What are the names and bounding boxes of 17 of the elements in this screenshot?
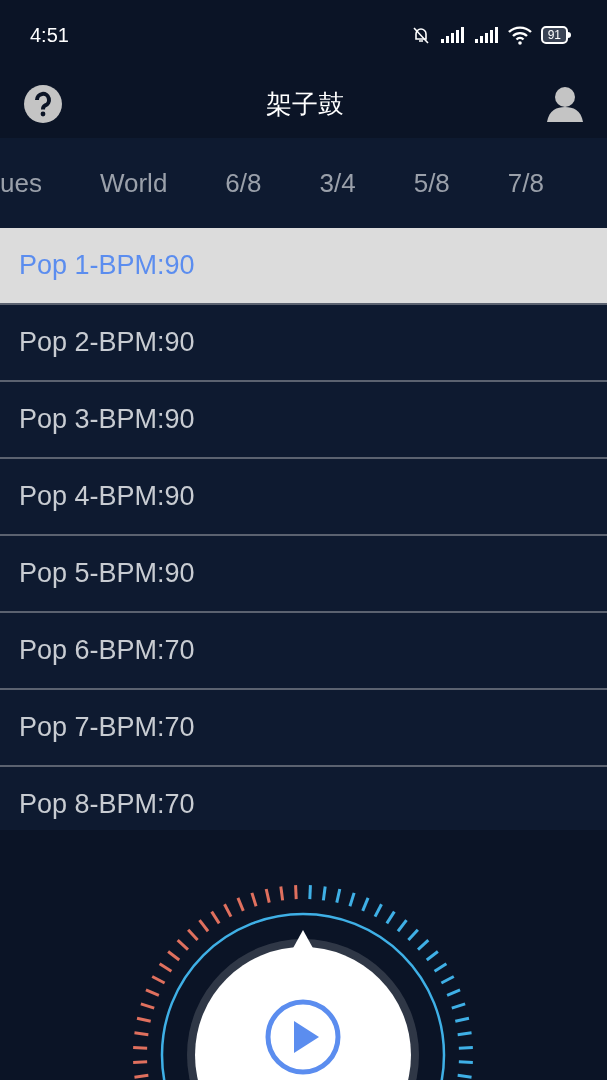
app-title: 架子鼓 (265, 87, 344, 121)
category-tab[interactable]: 3/4 (319, 163, 356, 203)
status-time: 4:51 (30, 23, 69, 48)
category-tab[interactable]: 5/8 (413, 163, 450, 203)
signal-icon (472, 25, 499, 45)
battery-indicator: 91 (540, 26, 571, 44)
tempo-dial-drawing[interactable] (133, 885, 473, 1080)
signal-icon (438, 25, 465, 45)
category-tab[interactable]: World (99, 163, 168, 203)
category-tab[interactable]: ues (0, 163, 42, 203)
help-icon[interactable] (24, 85, 62, 123)
play-icon[interactable] (265, 999, 341, 1075)
category-tab[interactable]: 7/8 (507, 163, 544, 203)
category-tab[interactable]: 6/8 (225, 163, 262, 203)
wifi-icon (506, 25, 533, 45)
mute-bell-icon (410, 25, 431, 45)
user-icon[interactable] (547, 86, 583, 122)
